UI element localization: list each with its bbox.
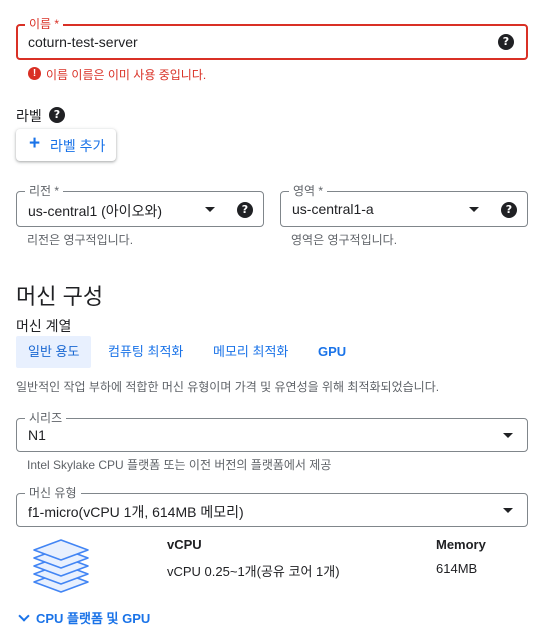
series-select-value: N1 — [28, 427, 46, 443]
machine-type-select-label: 머신 유형 — [25, 485, 81, 501]
series-select-label: 시리즈 — [25, 410, 67, 426]
series-hint: Intel Skylake CPU 플랫폼 또는 이전 버전의 플랫폼에서 제공 — [27, 458, 332, 472]
add-label-button[interactable]: + 라벨 추가 — [16, 129, 116, 161]
region-hint: 리전은 영구적입니다. — [27, 233, 134, 247]
series-select[interactable]: 시리즈 N1 — [16, 410, 528, 452]
name-field-label: 이름 * — [25, 16, 64, 32]
region-select-value: us-central1 (아이오와) — [28, 203, 162, 219]
plus-icon: + — [29, 133, 41, 154]
memory-header: Memory — [436, 537, 486, 552]
machine-family-description: 일반적인 작업 부하에 적합한 머신 유형이며 가격 및 유연성을 위해 최적화… — [16, 380, 440, 394]
machine-config-title: 머신 구성 — [16, 284, 104, 309]
name-field[interactable]: 이름 * coturn-test-server ? — [16, 16, 528, 60]
stacked-layers-icon — [33, 539, 89, 593]
tab-memory-optimized[interactable]: 메모리 최적화 — [213, 336, 288, 368]
caret-down-icon — [503, 508, 513, 513]
vcpu-header: vCPU — [167, 537, 202, 552]
region-select[interactable]: 리전 * us-central1 (아이오와) ? — [16, 183, 264, 227]
cpu-platform-gpu-expander-label: CPU 플랫폼 및 GPU — [36, 611, 151, 626]
cpu-platform-gpu-expander[interactable]: CPU 플랫폼 및 GPU — [16, 608, 150, 627]
region-select-label: 리전 * — [25, 183, 64, 199]
chevron-down-icon — [18, 610, 30, 622]
machine-family-label: 머신 계열 — [16, 318, 72, 334]
region-help-icon[interactable]: ? — [237, 202, 253, 218]
labels-help-icon[interactable]: ? — [49, 107, 65, 123]
error-icon: ! — [28, 67, 41, 80]
labels-title: 라벨 — [16, 108, 42, 124]
tab-gpu[interactable]: GPU — [318, 336, 346, 368]
machine-type-select-value: f1-micro(vCPU 1개, 614MB 메모리) — [28, 504, 244, 520]
zone-select[interactable]: 영역 * us-central1-a ? — [280, 183, 528, 227]
name-error-text: 이름 이름은 이미 사용 중입니다. — [46, 68, 207, 82]
add-label-button-text: 라벨 추가 — [50, 138, 106, 154]
help-circle-icon[interactable]: ? — [498, 34, 514, 50]
zone-select-label: 영역 * — [289, 183, 328, 199]
zone-help-icon[interactable]: ? — [501, 202, 517, 218]
tab-general-purpose[interactable]: 일반 용도 — [16, 336, 92, 368]
name-input[interactable]: coturn-test-server — [28, 34, 138, 50]
zone-hint: 영역은 영구적입니다. — [291, 233, 398, 247]
zone-select-value: us-central1-a — [292, 201, 374, 217]
memory-value: 614MB — [436, 561, 478, 576]
caret-down-icon — [469, 207, 479, 212]
tab-compute-optimized[interactable]: 컴퓨팅 최적화 — [108, 336, 183, 368]
caret-down-icon — [503, 433, 513, 438]
vcpu-value: vCPU 0.25~1개(공유 코어 1개) — [167, 564, 340, 579]
caret-down-icon — [205, 207, 215, 212]
machine-type-select[interactable]: 머신 유형 f1-micro(vCPU 1개, 614MB 메모리) — [16, 485, 528, 527]
